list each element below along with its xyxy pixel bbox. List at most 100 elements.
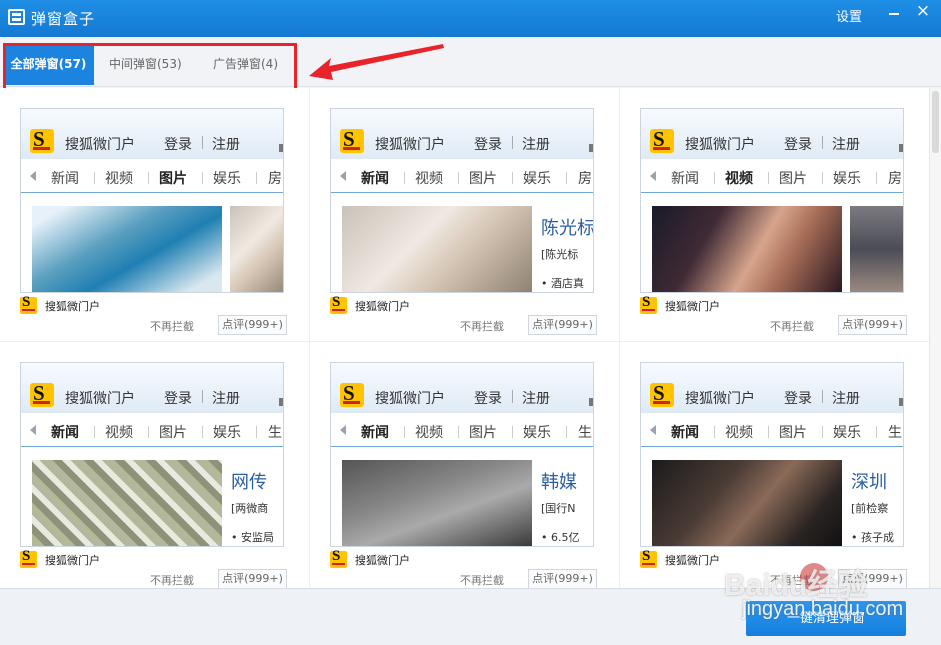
preview-photo [652,460,842,546]
unblock-link[interactable]: 不再拦截 [150,572,194,588]
chevron-left-icon [340,171,346,181]
divider [822,172,823,184]
preview-scroll-marker [899,144,903,152]
preview-site-name: 搜狐微门户 [65,391,135,407]
preview-header: 搜狐微门户 登录 注册 [331,363,593,413]
preview-login: 登录 [784,137,812,153]
preview-headline: 韩媒 [541,472,577,493]
comment-button[interactable]: 点评(999+) [528,315,597,335]
preview-nav-item: 生 [268,425,282,441]
preview-header: 搜狐微门户 登录 注册 [331,109,593,159]
chevron-left-icon [340,425,346,435]
comment-button[interactable]: 点评(999+) [838,569,907,588]
divider [94,172,95,184]
tab-center-popups[interactable]: 中间弹窗(53) [109,43,182,85]
divider [256,426,257,438]
popup-preview[interactable]: 搜狐微门户 登录 注册新闻 视频 图片 娱乐 房 [20,108,284,293]
preview-nav-item: 娱乐 [213,171,241,187]
tab-bar: 全部弹窗(57) 中间弹窗(53) 广告弹窗(4) [0,37,941,87]
preview-nav: 新闻 视频 图片 娱乐 房 [21,161,283,245]
card-source-name: 搜狐微门户 [45,554,100,567]
app-title: 弹窗盒子 [31,10,96,28]
card-source-name: 搜狐微门户 [665,554,720,567]
preview-header: 搜狐微门户 登录 注册 [641,109,903,159]
popup-card[interactable]: 搜狐微门户登录注册新闻视频图片娱乐生网传[两微商• 安监局搜狐微门户不再拦截点评… [0,342,310,588]
comment-button[interactable]: 点评(999+) [838,315,907,335]
clean-all-popups-button[interactable]: 一键清理弹窗 [746,601,906,636]
preview-site-name: 搜狐微门户 [375,137,445,153]
divider [256,172,257,184]
preview-nav-item: 图片 [159,425,187,441]
preview-bullet: • 6.5亿 [541,531,580,544]
popup-card[interactable]: 搜狐微门户登录注册新闻视频图片娱乐生韩媒[国行N• 6.5亿搜狐微门户不再拦截点… [310,342,620,588]
preview-nav-item: 图片 [779,425,807,441]
comment-button[interactable]: 点评(999+) [218,315,287,335]
divider [566,172,567,184]
divider [404,426,405,438]
popup-preview[interactable]: 搜狐微门户 登录 注册新闻 视频 图片 娱乐 生深圳 [前检察 • 孩子成 [640,362,904,547]
close-icon[interactable]: × [913,0,933,22]
tab-all-popups[interactable]: 全部弹窗(57) [3,43,94,85]
divider [714,172,715,184]
preview-register: 注册 [832,391,860,407]
preview-nav-item: 新闻 [361,425,389,441]
popup-card[interactable]: 搜狐微门户登录注册新闻视频图片娱乐房搜狐微门户不再拦截点评(999+) [0,88,310,342]
tab-ad-popups[interactable]: 广告弹窗(4) [213,43,278,85]
preview-nav-item: 生 [578,425,592,441]
divider [202,390,203,403]
unblock-link[interactable]: 不再拦截 [770,318,814,334]
preview-register: 注册 [522,391,550,407]
title-bar: 弹窗盒子 设置 × [0,0,941,37]
preview-nav-item: 娱乐 [213,425,241,441]
preview-photo [342,460,532,546]
divider [148,426,149,438]
scrollbar[interactable] [929,88,941,588]
preview-photo-secondary [850,206,903,292]
preview-register: 注册 [832,137,860,153]
popup-preview[interactable]: 搜狐微门户 登录 注册新闻 视频 图片 娱乐 房 [640,108,904,293]
popup-card[interactable]: 搜狐微门户登录注册新闻视频图片娱乐房陈光标[陈光标• 酒店真搜狐微门户不再拦截点… [310,88,620,342]
settings-button[interactable]: 设置 [836,6,862,25]
popup-card[interactable]: 搜狐微门户登录注册新闻视频图片娱乐生深圳[前检察• 孩子成搜狐微门户不再拦截点评… [620,342,930,588]
preview-headline: 深圳 [851,472,887,493]
comment-button[interactable]: 点评(999+) [528,569,597,588]
divider [768,172,769,184]
divider [512,426,513,438]
unblock-link[interactable]: 不再拦截 [150,318,194,334]
preview-nav-item: 图片 [469,425,497,441]
preview-site-name: 搜狐微门户 [685,391,755,407]
preview-photo [342,206,532,292]
preview-login: 登录 [164,137,192,153]
divider [512,172,513,184]
comment-button[interactable]: 点评(999+) [218,569,287,588]
preview-login: 登录 [474,391,502,407]
preview-bullet: • 酒店真 [541,277,584,290]
popup-preview[interactable]: 搜狐微门户 登录 注册新闻 视频 图片 娱乐 生韩媒 [国行N • 6.5亿 [330,362,594,547]
minimize-icon[interactable] [884,2,904,20]
popup-card[interactable]: 搜狐微门户登录注册新闻视频图片娱乐房搜狐微门户不再拦截点评(999+) [620,88,930,342]
sohu-logo-icon [650,381,674,407]
divider [202,172,203,184]
preview-login: 登录 [474,137,502,153]
preview-nav-item: 娱乐 [833,425,861,441]
sohu-logo-icon [20,548,37,568]
preview-nav-item: 生 [888,425,902,441]
preview-bullet: • 安监局 [231,531,274,544]
popup-preview[interactable]: 搜狐微门户 登录 注册新闻 视频 图片 娱乐 房陈光标 [陈光标 • 酒店真 [330,108,594,293]
unblock-link[interactable]: 不再拦截 [460,318,504,334]
popup-preview[interactable]: 搜狐微门户 登录 注册新闻 视频 图片 娱乐 生网传 [两微商 • 安监局 [20,362,284,547]
preview-header: 搜狐微门户 登录 注册 [21,363,283,413]
chevron-left-icon [30,425,36,435]
sohu-logo-icon [20,294,37,314]
sohu-logo-icon [340,127,364,153]
preview-nav-item: 新闻 [361,171,389,187]
divider [512,136,513,149]
unblock-link[interactable]: 不再拦截 [770,572,814,588]
preview-nav: 新闻 视频 图片 娱乐 生 [21,415,283,499]
unblock-link[interactable]: 不再拦截 [460,572,504,588]
preview-nav: 新闻 视频 图片 娱乐 房 [641,161,903,245]
preview-photo [32,460,222,546]
scroll-thumb[interactable] [932,91,939,153]
preview-scroll-marker [279,398,283,406]
preview-nav-item: 图片 [159,171,187,187]
